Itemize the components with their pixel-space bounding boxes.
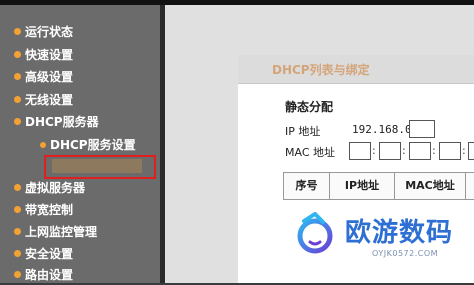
menu-item-bandwidth[interactable]: 带宽控制	[14, 200, 73, 220]
column-header-mac: MAC地址	[395, 173, 466, 199]
bullet-icon	[14, 73, 21, 80]
bullet-icon	[14, 228, 21, 235]
mac-separator: :	[372, 144, 376, 157]
brand-logo-icon	[293, 211, 337, 256]
menu-item-wireless[interactable]: 无线设置	[14, 90, 73, 110]
submenu-item-dhcp-settings[interactable]: DHCP服务设置	[40, 135, 136, 155]
mac-separator: :	[462, 144, 466, 157]
menu-item-monitoring[interactable]: 上网监控管理	[14, 222, 97, 242]
brand-url: OYJK0572.COM	[372, 249, 439, 258]
menu-item-label: 带宽控制	[25, 203, 74, 217]
blurred-label	[52, 159, 142, 173]
bullet-icon	[14, 51, 21, 58]
mac-field-5[interactable]	[468, 142, 474, 160]
bullet-icon	[40, 141, 46, 148]
bullet-icon	[14, 96, 21, 103]
mac-field-3[interactable]	[409, 142, 431, 160]
menu-item-label: 快速设置	[25, 48, 74, 62]
menu-item-advanced[interactable]: 高级设置	[14, 67, 73, 87]
brand-name: 欧游数码	[345, 218, 454, 248]
ip-last-octet-input[interactable]	[409, 120, 435, 138]
ip-address-label: IP 地址	[285, 125, 321, 138]
menu-item-label: 上网监控管理	[25, 225, 98, 239]
menu-item-status[interactable]: 运行状态	[14, 22, 73, 42]
section-title: 静态分配	[285, 100, 334, 114]
menu-item-label: DHCP服务设置	[50, 138, 136, 152]
submenu-item-selected-highlight[interactable]	[44, 155, 156, 179]
bullet-icon	[14, 206, 21, 213]
column-header-index: 序号	[284, 173, 330, 199]
menu-item-dhcp-server[interactable]: DHCP服务器	[14, 112, 99, 132]
menu-item-quick-setup[interactable]: 快速设置	[14, 45, 73, 65]
bullet-icon	[14, 184, 21, 191]
menu-item-label: 虚拟服务器	[25, 181, 86, 195]
mac-separator: :	[432, 144, 436, 157]
binding-table-header: 序号 IP地址 MAC地址	[283, 172, 474, 200]
mac-field-4[interactable]	[439, 142, 461, 160]
mac-address-label: MAC 地址	[285, 146, 335, 159]
menu-item-routing[interactable]: 路由设置	[14, 265, 73, 285]
bullet-icon	[14, 28, 21, 35]
mac-field-2[interactable]	[379, 142, 401, 160]
menu-item-label: 无线设置	[25, 93, 74, 107]
menu-item-label: 运行状态	[25, 25, 74, 39]
menu-item-label: 高级设置	[25, 70, 74, 84]
bullet-icon	[14, 118, 21, 125]
menu-item-virtual-server[interactable]: 虚拟服务器	[14, 178, 85, 198]
menu-item-label: 路由设置	[25, 268, 74, 282]
mac-separator: :	[402, 144, 406, 157]
bullet-icon	[14, 271, 21, 278]
mac-field-1[interactable]	[349, 142, 371, 160]
menu-item-label: 安全设置	[25, 247, 74, 261]
menu-item-label: DHCP服务器	[25, 115, 99, 129]
column-header-ip: IP地址	[330, 173, 395, 199]
panel-title: DHCP列表与绑定	[272, 63, 370, 77]
menu-item-security[interactable]: 安全设置	[14, 244, 73, 264]
bullet-icon	[14, 250, 21, 257]
